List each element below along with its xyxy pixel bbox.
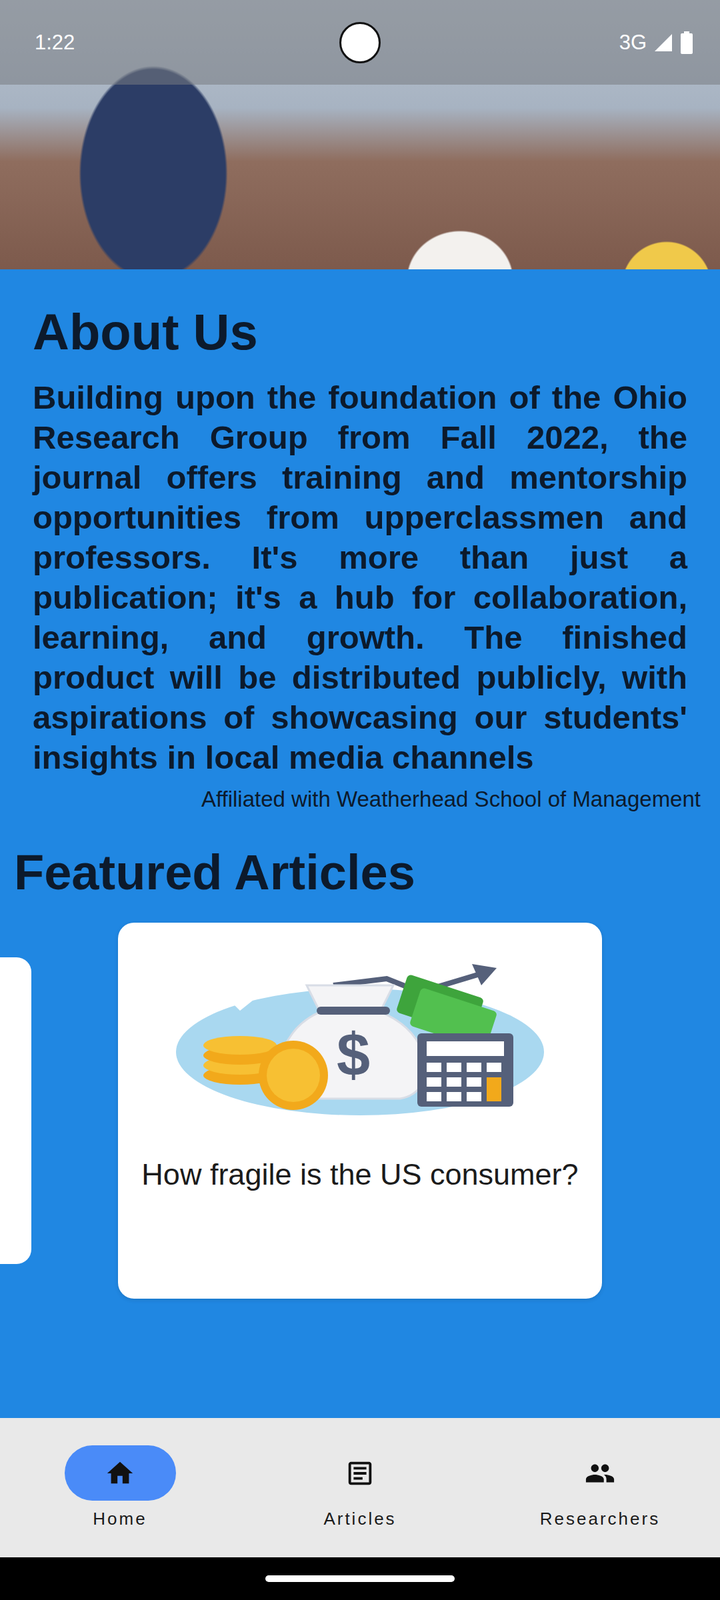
featured-title: Featured Articles [14, 842, 720, 903]
nav-indicator [304, 1445, 416, 1501]
finance-illustration-icon: $ [173, 958, 547, 1119]
featured-carousel[interactable]: $ How fragile is the US consumer? [0, 922, 720, 1299]
nav-item[interactable]: Articles [240, 1445, 480, 1530]
status-time: 1:22 [34, 29, 75, 56]
gesture-handle[interactable] [265, 1575, 455, 1582]
article-icon [344, 1458, 376, 1489]
battery-icon [680, 31, 694, 54]
affiliation-note: Affiliated with Weatherhead School of Ma… [32, 785, 701, 814]
svg-text:$: $ [336, 1021, 370, 1088]
article-title: How fragile is the US consumer? [141, 1156, 578, 1194]
nav-item[interactable]: Researchers [480, 1445, 720, 1530]
home-content: About Us Building upon the foundation of … [0, 269, 720, 1418]
hero-photo: 1:22 3G [0, 0, 720, 270]
status-indicators: 3G [619, 29, 694, 56]
article-card[interactable]: $ How fragile is the US consumer? [118, 922, 602, 1299]
nav-label: Articles [323, 1507, 396, 1530]
network-type: 3G [619, 29, 647, 56]
people-icon [584, 1458, 616, 1489]
nav-label: Home [92, 1507, 147, 1530]
signal-icon [653, 32, 674, 53]
app-screen: 1:22 3G About Us Building upon the foundati… [0, 0, 720, 1600]
bottom-nav: Home Articles Researchers [0, 1418, 720, 1558]
about-title: About Us [32, 301, 701, 363]
gesture-bar [0, 1557, 720, 1600]
previous-article-card[interactable] [0, 957, 32, 1264]
camera-cutout [339, 22, 381, 64]
nav-indicator [64, 1445, 176, 1501]
about-section: About Us Building upon the foundation of … [0, 301, 720, 814]
nav-label: Researchers [540, 1507, 660, 1530]
nav-item[interactable]: Home [0, 1445, 240, 1530]
home-icon [104, 1458, 136, 1489]
about-body: Building upon the foundation of the Ohio… [32, 377, 688, 778]
nav-indicator [544, 1445, 656, 1501]
